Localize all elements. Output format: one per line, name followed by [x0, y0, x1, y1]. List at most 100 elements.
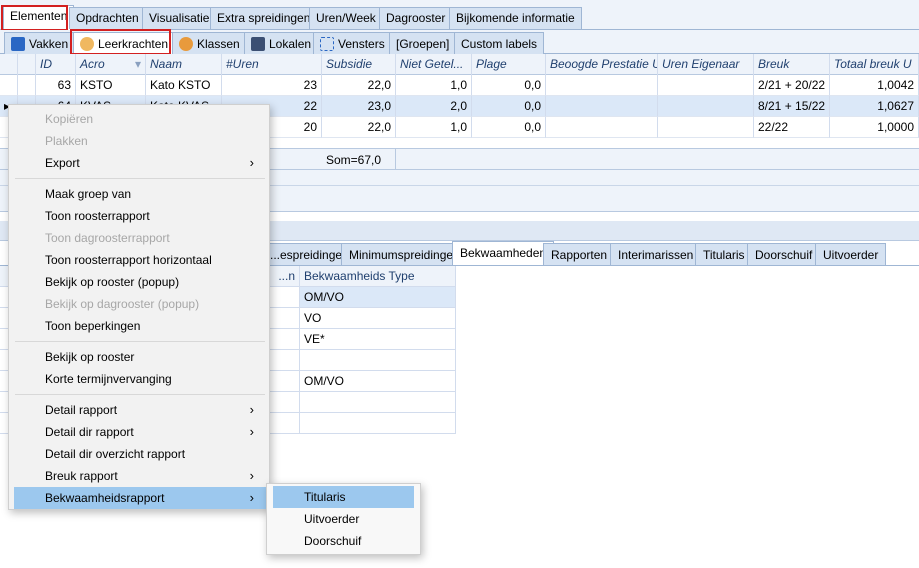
col-bekwaamheids-type[interactable]: Bekwaamheids Type	[300, 266, 456, 287]
menu-item-kopieren[interactable]: Kopiëren	[14, 108, 266, 130]
context-menu: Kopiëren Plakken Export › Maak groep van …	[8, 104, 270, 510]
col-breuk[interactable]: Breuk	[754, 54, 830, 75]
person-icon	[80, 36, 94, 51]
main-tab-bar: Elementen Opdrachten Visualisatie Extra …	[0, 0, 919, 30]
tab-visualisatie[interactable]: Visualisatie	[142, 7, 217, 29]
tab-vakken-label: Vakken	[29, 36, 69, 51]
tab-lokalen-label: Lokalen	[269, 36, 312, 51]
menu-item-plakken[interactable]: Plakken	[14, 130, 266, 152]
cell-uren: 23	[222, 75, 322, 96]
cell-acro: KSTO	[76, 75, 146, 96]
menu-item-detail-dir-rapport[interactable]: Detail dir rapport ›	[14, 421, 266, 443]
menu-item-detail-dir-rapport-label: Detail dir rapport	[45, 425, 134, 439]
row-indicator-header	[0, 54, 18, 75]
col-totaal-breuk[interactable]: Totaal breuk U	[830, 54, 919, 75]
menu-item-bekijk-rooster[interactable]: Bekijk op rooster	[14, 346, 266, 368]
cell-totaal-breuk: 1,0627	[830, 96, 919, 117]
element-tab-bar: Vakken Leerkrachten Klassen Lokalen Vens…	[0, 30, 919, 54]
cell-type: OM/VO	[300, 371, 456, 392]
cell-id: 63	[36, 75, 76, 96]
chevron-right-icon: ›	[249, 402, 254, 417]
cell-uren-eigenaar	[658, 96, 754, 117]
chevron-right-icon: ›	[249, 424, 254, 439]
submenu-item-titularis[interactable]: Titularis	[273, 486, 414, 508]
menu-item-export[interactable]: Export ›	[14, 152, 266, 174]
menu-item-bekijk-rooster-popup[interactable]: Bekijk op rooster (popup)	[14, 271, 266, 293]
chevron-right-icon: ›	[249, 490, 254, 505]
col-acro[interactable]: Acro ▾	[76, 54, 146, 75]
tab-uren-week[interactable]: Uren/Week	[309, 7, 383, 29]
menu-item-toon-dagroosterrapport[interactable]: Toon dagroosterrapport	[14, 227, 266, 249]
group-icon	[179, 36, 193, 51]
tab-bekwaamheden[interactable]: Bekwaamheden	[452, 241, 555, 265]
menu-item-bekwaamheidsrapport[interactable]: Bekwaamheidsrapport ›	[14, 487, 266, 509]
cell-type: VE*	[300, 329, 456, 350]
cell-subsidie: 22,0	[322, 75, 396, 96]
tab-dagrooster[interactable]: Dagrooster	[379, 7, 453, 29]
cell-type	[300, 413, 456, 434]
col-subsidie[interactable]: Subsidie	[322, 54, 396, 75]
menu-item-toon-beperkingen[interactable]: Toon beperkingen	[14, 315, 266, 337]
filter-icon[interactable]: ▾	[135, 57, 141, 71]
col-plage[interactable]: Plage	[472, 54, 546, 75]
menu-item-detail-dir-overzicht[interactable]: Detail dir overzicht rapport	[14, 443, 266, 465]
menu-item-breuk-rapport[interactable]: Breuk rapport ›	[14, 465, 266, 487]
menu-item-breuk-rapport-label: Breuk rapport	[45, 469, 118, 483]
room-icon	[251, 36, 265, 51]
col-uren-eigenaar[interactable]: Uren Eigenaar	[658, 54, 754, 75]
cell-plage: 0,0	[472, 117, 546, 138]
tab-uitvoerder[interactable]: Uitvoerder	[815, 243, 887, 265]
col-acro-label: Acro	[80, 57, 105, 71]
tab-interimarissen[interactable]: Interimarissen	[610, 243, 702, 265]
col-beoogde-prestatie[interactable]: Beoogde Prestatie U	[546, 54, 658, 75]
tab-rapporten[interactable]: Rapporten	[543, 243, 616, 265]
tab-vakken[interactable]: Vakken	[4, 32, 76, 54]
chevron-right-icon: ›	[249, 468, 254, 483]
cell-naam: Kato KSTO	[146, 75, 222, 96]
menu-item-toon-roosterrapport[interactable]: Toon roosterrapport	[14, 205, 266, 227]
summary-uren: Som=67,0	[322, 149, 396, 169]
col-id[interactable]: ID	[36, 54, 76, 75]
tab-vensters[interactable]: Vensters	[313, 32, 392, 54]
tab-leerkrachten[interactable]: Leerkrachten	[73, 32, 176, 54]
tab-bijkomende-informatie[interactable]: Bijkomende informatie	[449, 7, 582, 29]
cell-plage: 0,0	[472, 75, 546, 96]
cell-type: OM/VO	[300, 287, 456, 308]
cell-uren-eigenaar	[658, 117, 754, 138]
submenu-item-uitvoerder[interactable]: Uitvoerder	[273, 508, 414, 530]
col-naam[interactable]: Naam	[146, 54, 222, 75]
menu-item-maak-groep[interactable]: Maak groep van	[14, 183, 266, 205]
cell-type	[300, 392, 456, 413]
cell-totaal-breuk: 1,0042	[830, 75, 919, 96]
menu-item-roosterrapport-horizontaal[interactable]: Toon roosterrapport horizontaal	[14, 249, 266, 271]
tab-extra-spreidingen[interactable]: Extra spreidingen	[210, 7, 318, 29]
cell-breuk: 22/22	[754, 117, 830, 138]
menu-item-detail-rapport-label: Detail rapport	[45, 403, 118, 417]
cell-totaal-breuk: 1,0000	[830, 117, 919, 138]
tab-titularis[interactable]: Titularis	[695, 243, 753, 265]
tab-doorschuif[interactable]: Doorschuif	[747, 243, 821, 265]
bekwaamheidsrapport-submenu: Titularis Uitvoerder Doorschuif	[266, 483, 421, 555]
tab-lokalen[interactable]: Lokalen	[244, 32, 319, 54]
menu-item-korte-termijnvervanging[interactable]: Korte termijnvervanging	[14, 368, 266, 390]
cell-subsidie: 23,0	[322, 96, 396, 117]
menu-separator	[15, 394, 265, 395]
cell-breuk: 2/21 + 20/22	[754, 75, 830, 96]
row-check	[18, 75, 36, 96]
tab-minimumspreidingen[interactable]: Minimumspreidingen	[341, 243, 468, 265]
tab-custom-labels[interactable]: Custom labels	[454, 32, 545, 54]
table-row[interactable]: 63 KSTO Kato KSTO 23 22,0 1,0 0,0 2/21 +…	[0, 75, 919, 96]
tab-opdrachten[interactable]: Opdrachten	[69, 7, 146, 29]
tab-groepen[interactable]: [Groepen]	[389, 32, 457, 54]
menu-item-bekijk-dagrooster-popup[interactable]: Bekijk op dagrooster (popup)	[14, 293, 266, 315]
menu-item-export-label: Export	[45, 156, 80, 170]
cell-beoogde	[546, 96, 658, 117]
col-uren[interactable]: #Uren	[222, 54, 322, 75]
submenu-item-doorschuif[interactable]: Doorschuif	[273, 530, 414, 552]
tab-klassen-label: Klassen	[197, 36, 240, 51]
menu-separator	[15, 341, 265, 342]
tab-klassen[interactable]: Klassen	[172, 32, 247, 54]
tab-elementen[interactable]: Elementen	[3, 5, 75, 30]
menu-item-detail-rapport[interactable]: Detail rapport ›	[14, 399, 266, 421]
col-niet-geteld[interactable]: Niet Getel...	[396, 54, 472, 75]
